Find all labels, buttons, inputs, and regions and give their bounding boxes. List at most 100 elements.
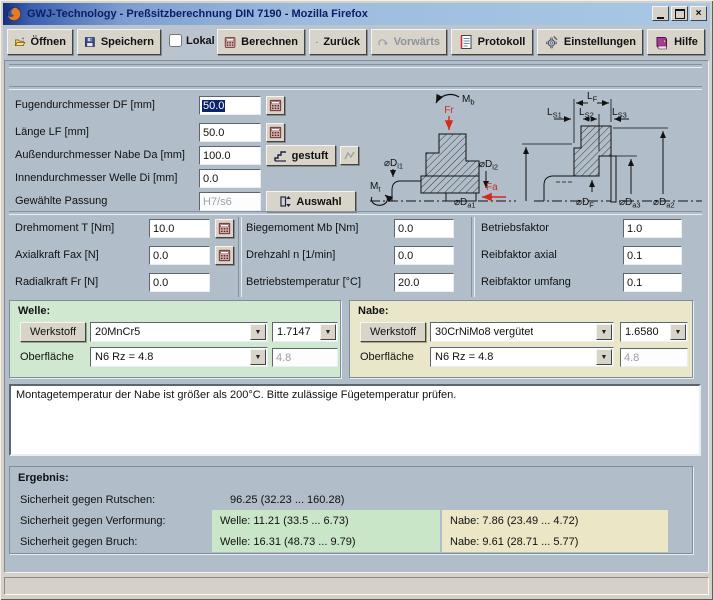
friction-circumferential-input[interactable] bbox=[623, 273, 682, 292]
stepped-button[interactable]: gestuft bbox=[266, 145, 336, 166]
chevron-down-icon[interactable]: ▼ bbox=[670, 324, 686, 340]
forward-button[interactable]: Vorwärts bbox=[371, 29, 447, 55]
fracture-shaft-value: Welle: 16.31 (48.73 ... 9.79) bbox=[220, 536, 356, 548]
document-icon bbox=[459, 34, 473, 50]
local-label: Lokal bbox=[186, 35, 215, 47]
local-checkbox-group: Lokal bbox=[169, 34, 215, 47]
axial-force-label: Axialkraft Fax [N] bbox=[15, 249, 99, 261]
open-folder-icon bbox=[14, 34, 26, 50]
shaft-material-button[interactable]: Werkstoff bbox=[20, 322, 86, 342]
shaft-surface-select[interactable]: N6 Rz = 4.8 ▼ bbox=[90, 347, 268, 367]
save-label: Speichern bbox=[101, 36, 154, 48]
shaft-surface-label: Oberfläche bbox=[20, 351, 74, 363]
length-input[interactable] bbox=[199, 123, 261, 142]
stepped-shaft-icon bbox=[274, 150, 287, 162]
joint-diameter-input[interactable]: 50.0 bbox=[199, 96, 261, 115]
calculator-icon bbox=[269, 126, 282, 139]
axial-force-calculator-button[interactable] bbox=[215, 246, 234, 265]
close-button[interactable]: × bbox=[690, 6, 707, 21]
settings-button[interactable]: Einstellungen bbox=[537, 29, 643, 55]
bending-moment-input[interactable] bbox=[394, 219, 454, 238]
load-diagram: Mb Fr ⌀Di1 ⌀Di2 Mt Fa bbox=[370, 94, 516, 205]
torque-input[interactable] bbox=[149, 219, 210, 238]
da3-label: ⌀Da3 bbox=[619, 197, 641, 209]
radial-force-label: Fr bbox=[444, 105, 454, 116]
axial-force-label: Fa bbox=[486, 182, 498, 193]
hub-material-select[interactable]: 30CrNiMo8 vergütet ▼ bbox=[430, 322, 614, 342]
calculator-icon bbox=[218, 222, 231, 235]
protocol-label: Protokoll bbox=[478, 36, 526, 48]
title-bar[interactable]: GWJ-Technology - Preßsitzberechnung DIN … bbox=[3, 3, 710, 25]
torque-calculator-button[interactable] bbox=[215, 219, 234, 238]
joint-diameter-label: Fugendurchmesser DF [mm] bbox=[15, 99, 155, 111]
redo-arrow-icon bbox=[378, 36, 389, 49]
message-box[interactable]: Montagetemperatur der Nabe ist größer al… bbox=[9, 384, 701, 456]
column-separator bbox=[238, 217, 242, 297]
toolbar: Öffnen Speichern Lokal bbox=[3, 25, 710, 60]
axial-force-input[interactable] bbox=[149, 246, 210, 265]
save-button[interactable]: Speichern bbox=[77, 29, 161, 55]
fracture-label: Sicherheit gegen Bruch: bbox=[20, 536, 137, 548]
hub-material-number-select[interactable]: 1.6580 ▼ bbox=[620, 322, 688, 342]
hub-surface-select[interactable]: N6 Rz = 4.8 ▼ bbox=[430, 347, 614, 367]
calculator-icon bbox=[224, 35, 236, 50]
chevron-down-icon[interactable]: ▼ bbox=[596, 324, 612, 340]
open-button[interactable]: Öffnen bbox=[7, 29, 73, 55]
calculate-button[interactable]: Berechnen bbox=[217, 29, 305, 55]
chevron-down-icon[interactable]: ▼ bbox=[250, 324, 266, 340]
ls2-label: LS2 bbox=[579, 107, 594, 120]
chevron-down-icon[interactable]: ▼ bbox=[250, 349, 266, 365]
operating-temperature-label: Betriebstemperatur [°C] bbox=[246, 276, 361, 288]
hub-material-button[interactable]: Werkstoff bbox=[360, 322, 426, 342]
minimize-button[interactable] bbox=[652, 6, 669, 21]
selection-icon bbox=[280, 195, 291, 208]
maximize-button[interactable] bbox=[671, 6, 688, 21]
warning-message: Montagetemperatur der Nabe ist größer al… bbox=[16, 389, 456, 401]
separator bbox=[9, 64, 702, 68]
shaft-material-select[interactable]: 20MnCr5 ▼ bbox=[90, 322, 268, 342]
results-title: Ergebnis: bbox=[18, 472, 69, 484]
length-calculator-button[interactable] bbox=[266, 123, 285, 142]
shaft-material-number-select[interactable]: 1.7147 ▼ bbox=[272, 322, 338, 342]
forward-label: Vorwärts bbox=[394, 36, 440, 48]
fit-input bbox=[199, 192, 261, 211]
slipping-label: Sicherheit gegen Rutschen: bbox=[20, 494, 155, 506]
calculate-label: Berechnen bbox=[241, 36, 298, 48]
joint-diameter-calculator-button[interactable] bbox=[266, 96, 285, 115]
fracture-hub-value: Nabe: 9.61 (28.71 ... 5.77) bbox=[450, 536, 578, 548]
chevron-down-icon[interactable]: ▼ bbox=[596, 349, 612, 365]
fit-select-label: Auswahl bbox=[296, 196, 341, 208]
length-label: Länge LF [mm] bbox=[15, 126, 89, 138]
shaft-inner-diameter-input[interactable] bbox=[199, 169, 261, 188]
chevron-down-icon[interactable]: ▼ bbox=[320, 324, 336, 340]
hub-outer-diameter-input[interactable] bbox=[199, 146, 261, 165]
hub-material-number-value: 1.6580 bbox=[625, 326, 659, 338]
book-icon bbox=[654, 35, 669, 50]
local-checkbox[interactable] bbox=[169, 34, 182, 47]
hub-panel: Nabe: Werkstoff 30CrNiMo8 vergütet ▼ 1.6… bbox=[349, 300, 693, 378]
back-label: Zurück bbox=[323, 36, 360, 48]
shaft-surface-value: N6 Rz = 4.8 bbox=[95, 351, 153, 363]
speed-input[interactable] bbox=[394, 246, 454, 265]
operating-temperature-input[interactable] bbox=[394, 273, 454, 292]
diagram-button[interactable] bbox=[340, 146, 359, 165]
help-button[interactable]: Hilfe bbox=[647, 29, 705, 55]
application-window: GWJ-Technology - Preßsitzberechnung DIN … bbox=[0, 0, 713, 600]
shaft-material-number-value: 1.7147 bbox=[277, 326, 311, 338]
fit-select-button[interactable]: Auswahl bbox=[266, 191, 356, 212]
slipping-value: 96.25 (32.23 ... 160.28) bbox=[230, 494, 344, 506]
da1-label: ⌀Da1 bbox=[454, 197, 476, 209]
bending-moment-label: Biegemoment Mb [Nm] bbox=[246, 222, 358, 234]
hub-surface-label: Oberfläche bbox=[360, 351, 414, 363]
window-title: GWJ-Technology - Preßsitzberechnung DIN … bbox=[27, 8, 368, 20]
hub-surface-value: N6 Rz = 4.8 bbox=[435, 351, 493, 363]
friction-axial-input[interactable] bbox=[623, 246, 682, 265]
back-button[interactable]: Zurück bbox=[309, 29, 367, 55]
radial-force-label: Radialkraft Fr [N] bbox=[15, 276, 98, 288]
open-label: Öffnen bbox=[31, 36, 66, 48]
protocol-button[interactable]: Protokoll bbox=[451, 29, 533, 55]
service-factor-input[interactable] bbox=[623, 219, 682, 238]
gear-tools-icon bbox=[544, 34, 559, 50]
radial-force-input[interactable] bbox=[149, 273, 210, 292]
separator bbox=[9, 211, 702, 215]
